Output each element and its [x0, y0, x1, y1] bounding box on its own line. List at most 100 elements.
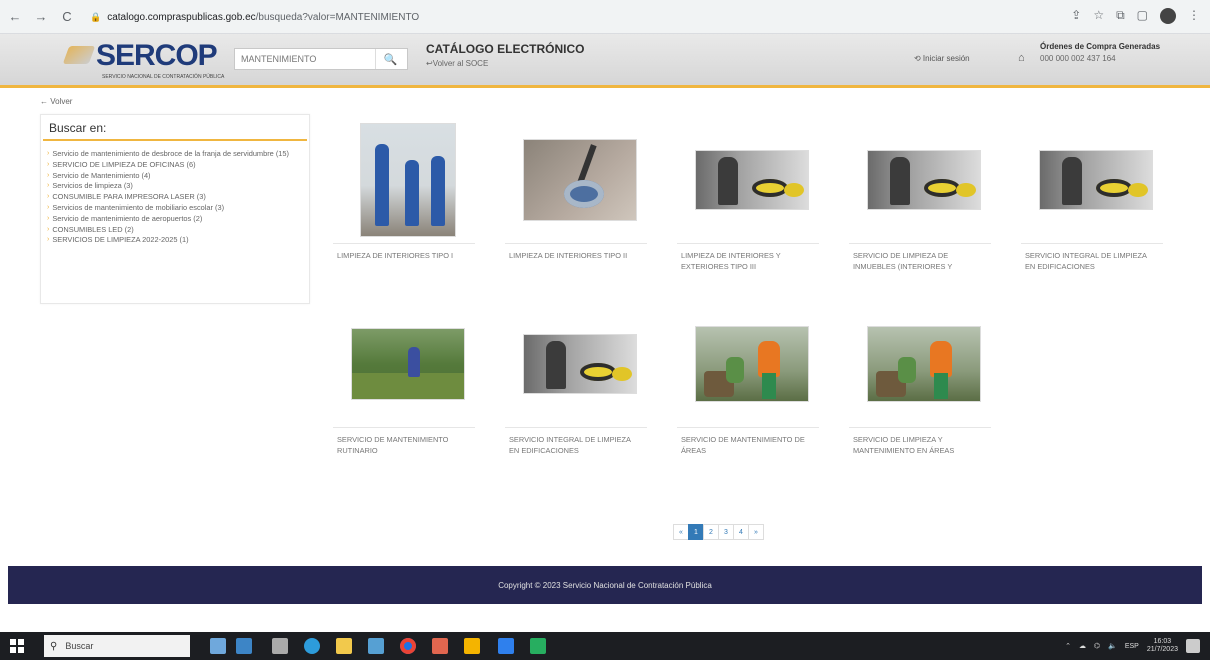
logo-text: SERCOP [96, 39, 218, 72]
product-thumb[interactable] [677, 120, 827, 240]
bullet-icon: › [47, 160, 50, 168]
product-thumb[interactable] [849, 304, 999, 424]
star-icon[interactable]: ☆ [1093, 8, 1104, 24]
reload-icon[interactable]: C [56, 6, 78, 28]
bullet-icon: › [47, 236, 50, 244]
share-icon[interactable]: ⇪ [1071, 8, 1081, 24]
chevron-up-icon[interactable]: ⌃ [1065, 642, 1071, 650]
catalog-title: CATÁLOGO ELECTRÓNICO [426, 42, 585, 56]
cloud-icon[interactable]: ☁ [1079, 642, 1086, 650]
back-arrow-icon[interactable]: ← [4, 6, 26, 28]
filter-item[interactable]: › CONSUMIBLES LED (2) [47, 225, 305, 236]
search-icon[interactable]: 🔍 [375, 49, 405, 69]
next-page-button[interactable]: » [748, 524, 764, 540]
url-path: /busqueda?valor=MANTENIMIENTO [255, 11, 420, 23]
edge-icon[interactable] [304, 638, 320, 654]
filter-item[interactable]: › Servicio de mantenimiento de desbroce d… [47, 149, 305, 160]
forward-arrow-icon[interactable]: → [30, 6, 52, 28]
product-name[interactable]: LIMPIEZA DE INTERIORES TIPO II [509, 250, 639, 261]
filter-item[interactable]: › Servicio de mantenimiento de aeropuerto… [47, 214, 305, 225]
product-image-vacuum [1039, 150, 1153, 210]
clock[interactable]: 16:03 21/7/2023 [1147, 638, 1178, 654]
filter-item[interactable]: › SERVICIOS DE LIMPIEZA 2022-2025 (1) [47, 235, 305, 246]
product-thumb[interactable] [849, 120, 999, 240]
page-2-button[interactable]: 2 [703, 524, 719, 540]
windows-start-icon[interactable] [10, 639, 24, 653]
product-name[interactable]: SERVICIO DE LIMPIEZA Y MANTENIMIENTO EN … [853, 434, 983, 456]
notification-icon[interactable] [1186, 639, 1200, 653]
volume-icon[interactable]: 🔈 [1108, 642, 1117, 650]
taskbar-app-icon[interactable] [432, 638, 448, 654]
page-1-button[interactable]: 1 [688, 524, 704, 540]
product-image-park [351, 328, 465, 400]
back-link[interactable]: ← Volver [40, 97, 72, 106]
excel-icon[interactable] [530, 638, 546, 654]
prev-page-button[interactable]: « [673, 524, 689, 540]
product-name[interactable]: SERVICIO DE LIMPIEZA DE INMUEBLES (INTER… [853, 250, 983, 272]
filter-item[interactable]: › CONSUMIBLE PARA IMPRESORA LASER (3) [47, 192, 305, 203]
profile-avatar[interactable] [1160, 8, 1176, 24]
product-thumb[interactable] [333, 120, 483, 240]
browser-toolbar: ← → C 🔒 catalogo.compraspublicas.gob.ec … [0, 0, 1210, 34]
product-thumb[interactable] [677, 304, 827, 424]
product-image-garden [695, 326, 809, 402]
language-indicator[interactable]: ESP [1125, 643, 1139, 650]
taskbar-app-icon[interactable] [236, 638, 252, 654]
bullet-icon: › [47, 193, 50, 201]
filter-title: Buscar en: [43, 115, 307, 141]
word-icon[interactable] [498, 638, 514, 654]
address-bar[interactable]: 🔒 catalogo.compraspublicas.gob.ec /busqu… [90, 7, 1050, 27]
product-name[interactable]: SERVICIO DE MANTENIMIENTO RUTINARIO [337, 434, 467, 456]
bullet-icon: › [47, 203, 50, 211]
product-name[interactable]: SERVICIO INTEGRAL DE LIMPIEZA EN EDIFICA… [1025, 250, 1155, 272]
filter-list: › Servicio de mantenimiento de desbroce d… [41, 141, 309, 246]
site-footer: Copyright © 2023 Servicio Nacional de Co… [8, 566, 1202, 604]
orders-count: 000 000 002 437 164 [1040, 54, 1116, 63]
product-name[interactable]: LIMPIEZA DE INTERIORES Y EXTERIORES TIPO… [681, 250, 811, 272]
product-name[interactable]: LIMPIEZA DE INTERIORES TIPO I [337, 250, 467, 261]
taskbar-app-icon[interactable] [210, 638, 226, 654]
product-name[interactable]: SERVICIO DE MANTENIMIENTO DE ÁREAS [681, 434, 811, 456]
filter-item[interactable]: › Servicio de Mantenimiento (4) [47, 171, 305, 182]
filter-item[interactable]: › Servicios de limpieza (3) [47, 181, 305, 192]
extensions-icon[interactable]: ⧉ [1116, 8, 1125, 24]
product-image-vacuum [695, 150, 809, 210]
filter-item[interactable]: › Servicios de mantenimiento de mobiliari… [47, 203, 305, 214]
product-thumb[interactable] [333, 304, 483, 424]
search-input[interactable] [235, 50, 375, 68]
product-name[interactable]: SERVICIO INTEGRAL DE LIMPIEZA EN EDIFICA… [509, 434, 639, 456]
product-thumb[interactable] [505, 120, 655, 240]
lock-icon: 🔒 [90, 11, 102, 22]
logo-subtitle: SERVICIO NACIONAL DE CONTRATACIÓN PÚBLIC… [102, 74, 225, 80]
home-icon[interactable]: ⌂ [1018, 52, 1025, 64]
chrome-icon[interactable] [400, 638, 416, 654]
logo-mark-icon [64, 40, 92, 70]
bullet-icon: › [47, 171, 50, 179]
task-view-icon[interactable] [272, 638, 288, 654]
back-to-soce-link[interactable]: ↩Volver al SOCE [426, 59, 488, 68]
bullet-icon: › [47, 182, 50, 190]
product-image-floor [523, 139, 637, 221]
menu-icon[interactable]: ⋮ [1188, 8, 1200, 24]
page-4-button[interactable]: 4 [733, 524, 749, 540]
sidebar-icon[interactable]: ▢ [1137, 8, 1148, 24]
filter-item[interactable]: › SERVICIO DE LIMPIEZA DE OFICINAS (6) [47, 160, 305, 171]
file-explorer-icon[interactable] [336, 638, 352, 654]
filter-panel: Buscar en: › Servicio de mantenimiento de… [40, 114, 310, 304]
taskbar-search-placeholder: Buscar [65, 641, 94, 651]
product-thumb[interactable] [505, 304, 655, 424]
network-icon[interactable]: ⌬ [1094, 642, 1100, 650]
taskbar-app-icon[interactable] [464, 638, 480, 654]
login-link[interactable]: ⟲ Iniciar sesión [914, 54, 970, 63]
site-header: SERCOP SERVICIO NACIONAL DE CONTRATACIÓN… [0, 34, 1210, 88]
taskbar-search[interactable]: ⚲ Buscar [44, 635, 190, 657]
catalog-search: 🔍 [234, 48, 408, 70]
product-image-garden [867, 326, 981, 402]
windows-taskbar: ⚲ Buscar ⌃ ☁ ⌬ 🔈 ESP 16:03 21/7/2023 [0, 632, 1210, 660]
copyright-text: Copyright © 2023 Servicio Nacional de Co… [498, 580, 712, 590]
sercop-logo[interactable]: SERCOP SERVICIO NACIONAL DE CONTRATACIÓN… [64, 39, 225, 81]
product-thumb[interactable] [1021, 120, 1171, 240]
page-3-button[interactable]: 3 [718, 524, 734, 540]
taskbar-app-icon[interactable] [368, 638, 384, 654]
system-tray: ⌃ ☁ ⌬ 🔈 ESP 16:03 21/7/2023 [1065, 638, 1200, 654]
